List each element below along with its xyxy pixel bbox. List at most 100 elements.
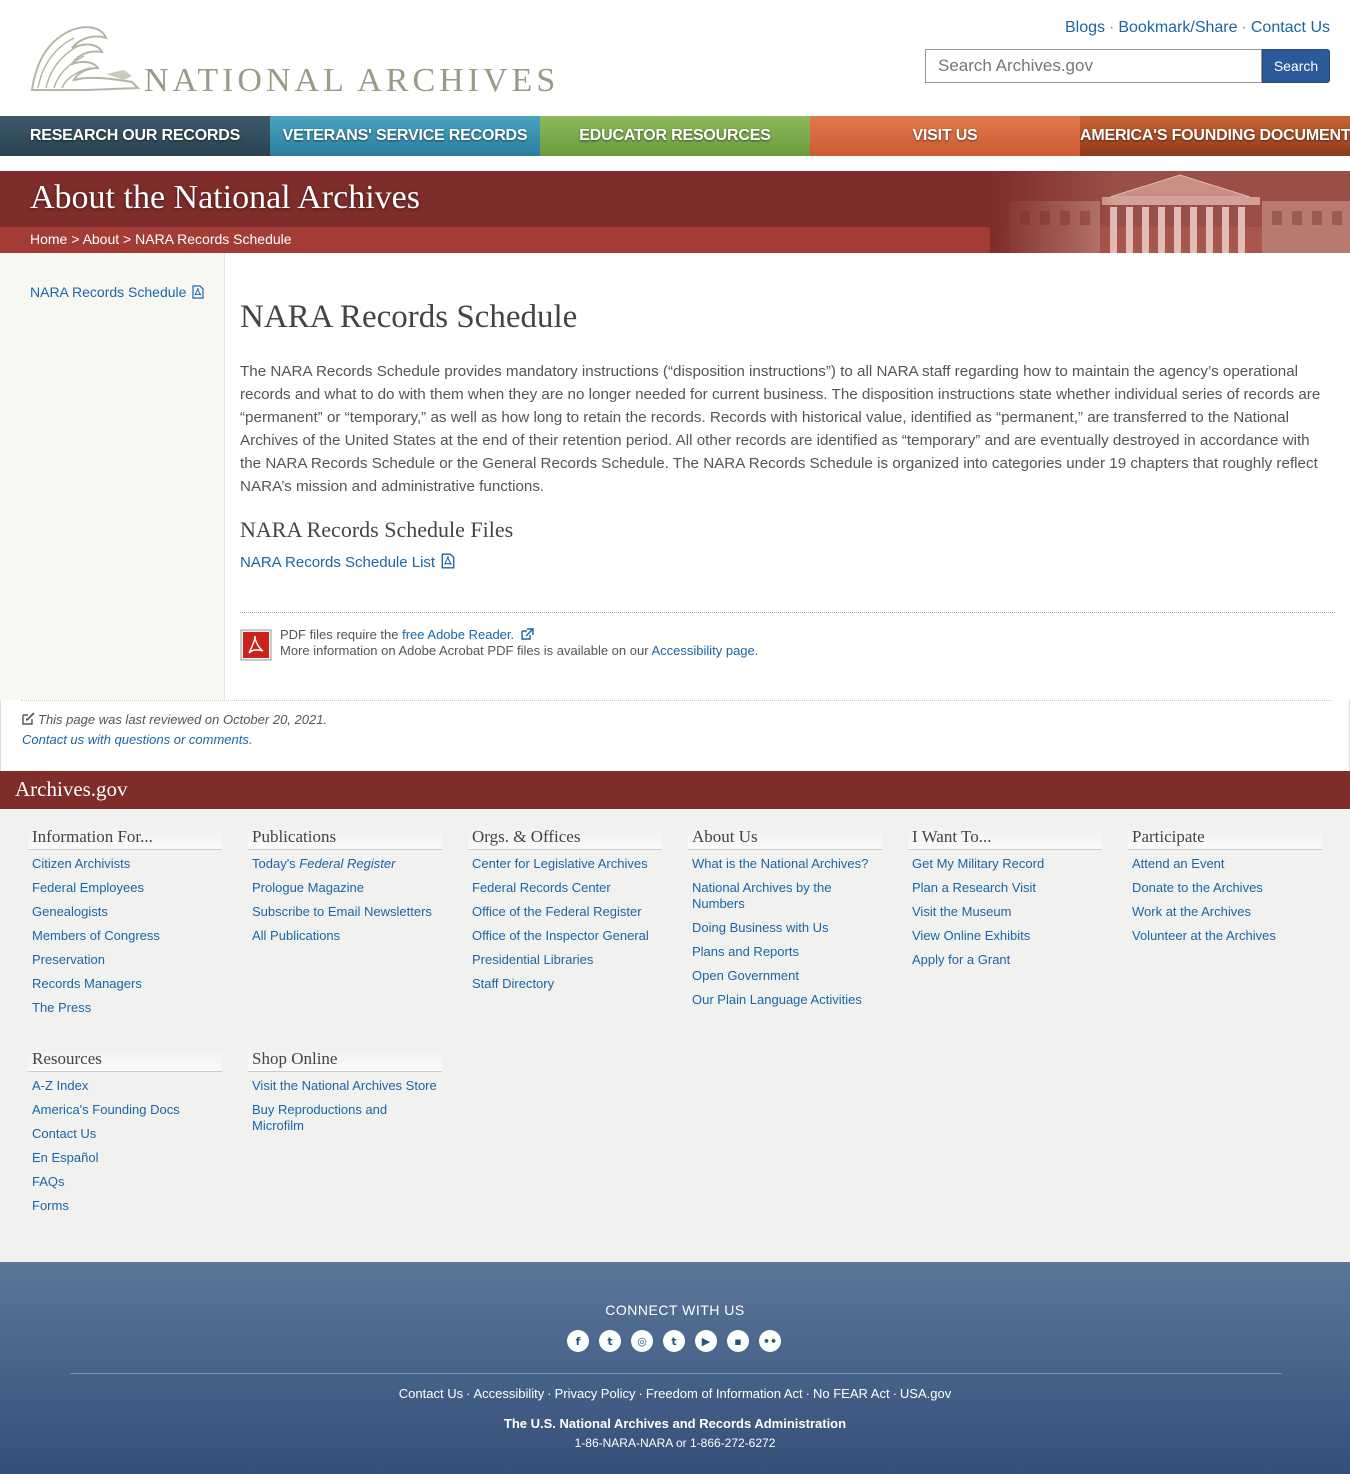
legal-link-usa-gov[interactable]: USA.gov	[900, 1386, 951, 1401]
legal-links: Contact Us · Accessibility · Privacy Policy ·…	[0, 1386, 1350, 1401]
footer-link[interactable]: Donate to the Archives	[1132, 880, 1263, 895]
legal-link-foia[interactable]: Freedom of Information Act	[646, 1386, 803, 1401]
footer-link[interactable]: Buy Reproductions and Microfilm	[252, 1102, 387, 1133]
footer-link[interactable]: Plan a Research Visit	[912, 880, 1036, 895]
legal-link-no-fear-act[interactable]: No FEAR Act	[813, 1386, 890, 1401]
footer-link[interactable]: Open Government	[692, 968, 799, 983]
footer-link[interactable]: Office of the Federal Register	[472, 904, 642, 919]
footer-link[interactable]: FAQs	[32, 1174, 65, 1189]
footer-link[interactable]: Staff Directory	[472, 976, 554, 991]
footer-link[interactable]: Attend an Event	[1132, 856, 1225, 871]
adobe-pdf-icon	[240, 629, 272, 661]
contact-us-link[interactable]: Contact Us	[1251, 19, 1330, 36]
footer-column-orgs-offices: Orgs. & Offices Center for Legislative A…	[468, 827, 662, 1000]
nav-visit-us[interactable]: Visit Us	[810, 116, 1080, 156]
footer-link[interactable]: Our Plain Language Activities	[692, 992, 862, 1007]
national-archives-logo[interactable]: NATIONAL ARCHIVES	[28, 22, 555, 99]
breadcrumb: Home > About > NARA Records Schedule	[30, 231, 292, 247]
footer-title: Archives.gov	[15, 777, 128, 801]
sidebar-item-nara-records-schedule[interactable]: NARA Records Schedule	[30, 284, 204, 300]
breadcrumb-about[interactable]: About	[83, 231, 120, 247]
footer-link[interactable]: Presidential Libraries	[472, 952, 593, 967]
search-button[interactable]: Search	[1262, 49, 1330, 83]
facebook-icon[interactable]: f	[567, 1330, 589, 1352]
sidebar-item-label: NARA Records Schedule	[30, 284, 187, 300]
breadcrumb-current: NARA Records Schedule	[135, 231, 292, 247]
footer-link[interactable]: Genealogists	[32, 904, 108, 919]
pdf-note: PDF files require the free Adobe Reader.…	[240, 627, 1335, 667]
last-reviewed-text: This page was last reviewed on October 2…	[38, 712, 328, 727]
footer-link[interactable]: Prologue Magazine	[252, 880, 364, 895]
legal-link-contact-us[interactable]: Contact Us	[399, 1386, 463, 1401]
footer-link[interactable]: Federal Records Center	[472, 880, 611, 895]
footer-link[interactable]: Subscribe to Email Newsletters	[252, 904, 432, 919]
footer-link[interactable]: What is the National Archives?	[692, 856, 868, 871]
separator: ·	[638, 1386, 643, 1401]
footer-link[interactable]: Plans and Reports	[692, 944, 799, 959]
footer-link[interactable]: Records Managers	[32, 976, 142, 991]
blog-icon[interactable]: ▪	[727, 1330, 749, 1352]
footer-link[interactable]: En Español	[32, 1150, 99, 1165]
footer-link[interactable]: Office of the Inspector General	[472, 928, 649, 943]
footer-link[interactable]: A-Z Index	[32, 1078, 88, 1093]
nav-veterans-service-records[interactable]: Veterans' Service Records	[270, 116, 540, 156]
contact-questions-link[interactable]: Contact us with questions or comments.	[22, 732, 253, 747]
footer-link[interactable]: The Press	[32, 1000, 91, 1015]
legal-link-privacy-policy[interactable]: Privacy Policy	[555, 1386, 636, 1401]
footer-column-publications: Publications Today's Federal Register Pr…	[248, 827, 442, 952]
footer-link[interactable]: Apply for a Grant	[912, 952, 1010, 967]
site-header: NATIONAL ARCHIVES Blogs · Bookmark/Share · C…	[0, 0, 1350, 116]
phone-number: 1-86-NARA-NARA or 1-866-272-6272	[574, 1436, 776, 1450]
footer-link-federal-register[interactable]: Today's Federal Register	[252, 856, 395, 871]
twitter-icon[interactable]: t	[599, 1330, 621, 1352]
footer-link[interactable]: Work at the Archives	[1132, 904, 1251, 919]
footer-link[interactable]: Citizen Archivists	[32, 856, 130, 871]
footer-link[interactable]: Contact Us	[32, 1126, 96, 1141]
pdf-note-text: More information on Adobe Acrobat PDF fi…	[280, 643, 652, 658]
tumblr-icon[interactable]: t	[663, 1330, 685, 1352]
blogs-link[interactable]: Blogs	[1065, 19, 1105, 36]
footer-link[interactable]: Forms	[32, 1198, 69, 1213]
accessibility-page-link[interactable]: Accessibility page	[651, 643, 754, 658]
footer-column-title: Publications	[248, 827, 442, 850]
divider	[240, 612, 1335, 613]
page-title: NARA Records Schedule	[240, 299, 578, 335]
search-input[interactable]: Search Archives.gov	[925, 49, 1262, 83]
footer-link[interactable]: Visit the Museum	[912, 904, 1011, 919]
instagram-icon[interactable]: ◎	[631, 1330, 653, 1352]
records-schedule-list-link[interactable]: NARA Records Schedule List	[240, 553, 455, 571]
breadcrumb-separator: >	[123, 231, 132, 247]
archives-building-image	[990, 171, 1350, 253]
footer-link[interactable]: Center for Legislative Archives	[472, 856, 648, 871]
bookmark-share-link[interactable]: Bookmark/Share	[1118, 19, 1237, 36]
nav-research-our-records[interactable]: Research Our Records	[0, 116, 270, 156]
footer-link[interactable]: Visit the National Archives Store	[252, 1078, 437, 1093]
youtube-icon[interactable]: ▶	[695, 1330, 717, 1352]
nav-educator-resources[interactable]: Educator Resources	[540, 116, 810, 156]
footer-link[interactable]: Federal Employees	[32, 880, 144, 895]
footer-column-title: Participate	[1128, 827, 1322, 850]
sidebar: NARA Records Schedule	[0, 253, 225, 700]
nav-founding-documents[interactable]: America's Founding Documents	[1080, 116, 1350, 156]
footer-link[interactable]: Volunteer at the Archives	[1132, 928, 1276, 943]
legal-link-accessibility[interactable]: Accessibility	[473, 1386, 544, 1401]
footer-column-resources: Resources A-Z Index America's Founding D…	[28, 1049, 222, 1222]
footer-link[interactable]: National Archives by the Numbers	[692, 880, 831, 911]
footer-link[interactable]: Get My Military Record	[912, 856, 1044, 871]
footer-link[interactable]: Members of Congress	[32, 928, 160, 943]
breadcrumb-separator: >	[71, 231, 80, 247]
pdf-file-icon	[441, 553, 455, 569]
footer-link[interactable]: View Online Exhibits	[912, 928, 1030, 943]
connect-footer: CONNECT WITH US f t ◎ t ▶ ▪ •• Contact Us · Acce…	[0, 1262, 1350, 1474]
footer-column-about-us: About Us What is the National Archives? …	[688, 827, 882, 1016]
footer-link[interactable]: America's Founding Docs	[32, 1102, 180, 1117]
flickr-icon[interactable]: ••	[759, 1330, 781, 1352]
footer-link[interactable]: Doing Business with Us	[692, 920, 829, 935]
footer-link[interactable]: All Publications	[252, 928, 340, 943]
adobe-reader-link[interactable]: free Adobe Reader.	[402, 627, 534, 642]
breadcrumb-home[interactable]: Home	[30, 231, 67, 247]
separator: ·	[1241, 19, 1247, 36]
footer-link[interactable]: Preservation	[32, 952, 105, 967]
intro-paragraph: The NARA Records Schedule provides manda…	[240, 363, 1321, 495]
footer-column-title: Information For...	[28, 827, 222, 850]
